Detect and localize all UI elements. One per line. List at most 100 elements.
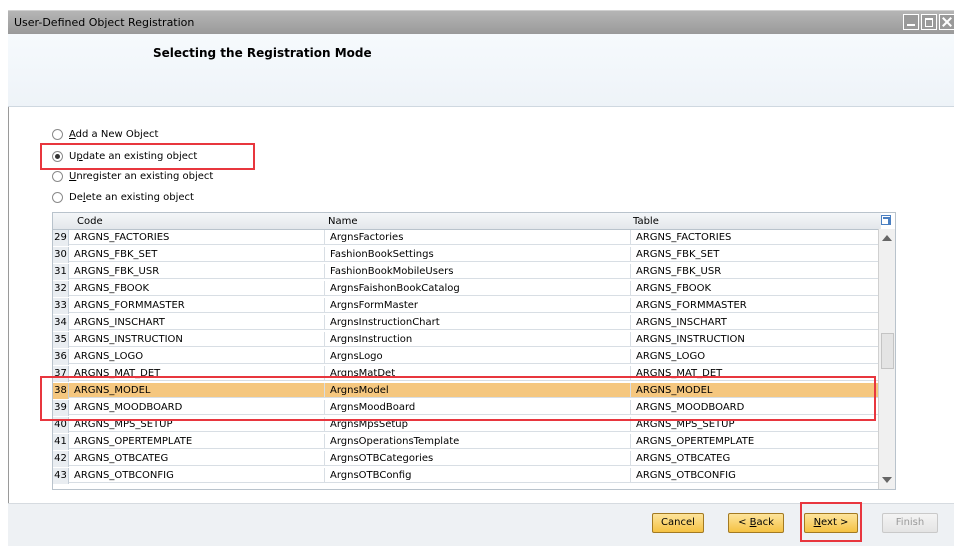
table-row[interactable]: 43 ARGNS_OTBCONFIG ArgnsOTBConfig ARGNS_OTB… — [53, 468, 881, 484]
cancel-button[interactable]: Cancel — [652, 513, 704, 533]
cell-table: ARGNS_FACTORIES — [631, 230, 881, 245]
cell-code: ARGNS_MOODBOARD — [69, 400, 325, 415]
table-row[interactable]: 42 ARGNS_OTBCATEG ArgnsOTBCategories ARGNS_… — [53, 451, 881, 467]
table-row[interactable]: 37 ARGNS_MAT_DET ArgnsMatDet ARGNS_MAT_DET — [53, 366, 881, 382]
cell-code: ARGNS_FBK_USR — [69, 264, 325, 279]
close-icon[interactable] — [939, 14, 954, 30]
cell-table: ARGNS_INSCHART — [631, 315, 881, 330]
cell-code: ARGNS_INSTRUCTION — [69, 332, 325, 347]
cell-table: ARGNS_MAT_DET — [631, 366, 881, 381]
cell-name: FashionBookSettings — [325, 247, 631, 262]
row-number: 36 — [53, 349, 69, 365]
table-row[interactable]: 29 ARGNS_FACTORIES ArgnsFactories ARGNS_FAC… — [53, 230, 881, 246]
cell-table: ARGNS_MPS_SETUP — [631, 417, 881, 432]
title-bar: User-Defined Object Registration — [8, 10, 954, 34]
radio-delete-existing-object[interactable] — [52, 191, 63, 203]
table-row[interactable]: 35 ARGNS_INSTRUCTION ArgnsInstruction ARGNS… — [53, 332, 881, 348]
cell-code: ARGNS_MPS_SETUP — [69, 417, 325, 432]
cell-name: FashionBookMobileUsers — [325, 264, 631, 279]
table-row[interactable]: 31 ARGNS_FBK_USR FashionBookMobileUsers ARG… — [53, 264, 881, 280]
cell-table: ARGNS_FORMMASTER — [631, 298, 881, 313]
cell-name: ArgnsMpsSetup — [325, 417, 631, 432]
cell-name: ArgnsOperationsTemplate — [325, 434, 631, 449]
minimize-icon[interactable] — [903, 14, 919, 30]
radio-label-update: Update an existing object — [69, 150, 198, 162]
cell-table: ARGNS_MODEL — [631, 383, 881, 398]
cell-code: ARGNS_FORMMASTER — [69, 298, 325, 313]
cell-code: ARGNS_OTBCONFIG — [69, 468, 325, 483]
cell-code: ARGNS_FACTORIES — [69, 230, 325, 245]
expand-icon[interactable] — [881, 215, 891, 225]
grid-header: Code Name Table — [53, 213, 881, 230]
scroll-up-icon[interactable] — [882, 235, 892, 241]
row-number: 38 — [53, 383, 69, 399]
table-row[interactable]: 36 ARGNS_LOGO ArgnsLogo ARGNS_LOGO — [53, 349, 881, 365]
cell-code: ARGNS_OTBCATEG — [69, 451, 325, 466]
row-number: 34 — [53, 315, 69, 331]
column-header-table[interactable]: Table — [633, 216, 659, 227]
cell-name: ArgnsFormMaster — [325, 298, 631, 313]
row-number: 29 — [53, 230, 69, 246]
column-header-name[interactable]: Name — [328, 216, 358, 227]
cell-table: ARGNS_INSTRUCTION — [631, 332, 881, 347]
cell-table: ARGNS_MOODBOARD — [631, 400, 881, 415]
radio-label-unregister: Unregister an existing object — [69, 170, 214, 182]
table-row[interactable]: 30 ARGNS_FBK_SET FashionBookSettings ARGNS_… — [53, 247, 881, 263]
back-button-label: < Back — [738, 517, 774, 528]
row-number: 37 — [53, 366, 69, 382]
cell-code: ARGNS_MAT_DET — [69, 366, 325, 381]
maximize-icon[interactable] — [921, 14, 937, 30]
cell-table: ARGNS_LOGO — [631, 349, 881, 364]
vertical-scrollbar[interactable] — [878, 229, 895, 489]
row-number: 39 — [53, 400, 69, 416]
cell-table: ARGNS_FBK_USR — [631, 264, 881, 279]
table-row[interactable]: 41 ARGNS_OPERTEMPLATE ArgnsOperationsTempl… — [53, 434, 881, 450]
page-title: Selecting the Registration Mode — [153, 46, 372, 60]
cell-name: ArgnsInstructionChart — [325, 315, 631, 330]
row-number: 43 — [53, 468, 69, 484]
radio-unregister-existing-object[interactable] — [52, 170, 63, 182]
cell-name: ArgnsInstruction — [325, 332, 631, 347]
cell-name: ArgnsOTBConfig — [325, 468, 631, 483]
back-button[interactable]: < Back — [728, 513, 784, 533]
next-button[interactable]: Next > — [804, 513, 858, 533]
window-title: User-Defined Object Registration — [14, 16, 195, 29]
table-row[interactable]: 40 ARGNS_MPS_SETUP ArgnsMpsSetup ARGNS_MPS_… — [53, 417, 881, 433]
cell-name: ArgnsLogo — [325, 349, 631, 364]
option-delete-existing-object[interactable]: Delete an existing object — [52, 190, 194, 204]
next-button-label: Next > — [813, 517, 849, 528]
registration-window: User-Defined Object Registration Selecti… — [0, 0, 954, 546]
scroll-down-icon[interactable] — [882, 477, 892, 483]
row-number: 30 — [53, 247, 69, 263]
option-unregister-existing-object[interactable]: Unregister an existing object — [52, 169, 213, 183]
row-number: 31 — [53, 264, 69, 280]
table-row[interactable]: 32 ARGNS_FBOOK ArgnsFaishonBookCatalog ARGN… — [53, 281, 881, 297]
cell-name: ArgnsFaishonBookCatalog — [325, 281, 631, 296]
option-update-existing-object[interactable]: Update an existing object — [52, 149, 197, 163]
table-row[interactable]: 33 ARGNS_FORMMASTER ArgnsFormMaster ARGNS_F… — [53, 298, 881, 314]
radio-label-add-text: dd a New Object — [75, 128, 159, 140]
option-add-new-object[interactable]: Add a New Object — [52, 127, 158, 141]
cell-name: ArgnsModel — [325, 383, 631, 398]
cell-code: ARGNS_INSCHART — [69, 315, 325, 330]
cell-code: ARGNS_FBK_SET — [69, 247, 325, 262]
cell-table: ARGNS_FBK_SET — [631, 247, 881, 262]
cell-table: ARGNS_OTBCATEG — [631, 451, 881, 466]
cell-name: ArgnsFactories — [325, 230, 631, 245]
cell-table: ARGNS_OTBCONFIG — [631, 468, 881, 483]
wizard-header: Selecting the Registration Mode — [8, 34, 954, 107]
row-number: 40 — [53, 417, 69, 433]
objects-grid: Code Name Table 29 ARGNS_FACTORIES ArgnsFa… — [52, 212, 896, 490]
column-header-code[interactable]: Code — [77, 216, 103, 227]
finish-button[interactable]: Finish — [882, 513, 938, 533]
radio-add-new-object[interactable] — [52, 128, 63, 140]
radio-label-add: Add a New Object — [69, 128, 159, 140]
table-row[interactable]: 34 ARGNS_INSCHART ArgnsInstructionChart ARG… — [53, 315, 881, 331]
radio-update-existing-object[interactable] — [52, 150, 63, 162]
table-row[interactable]: 38 ARGNS_MODEL ArgnsModel ARGNS_MODEL — [53, 383, 881, 399]
cell-code: ARGNS_FBOOK — [69, 281, 325, 296]
scroll-thumb[interactable] — [881, 333, 894, 369]
cell-code: ARGNS_MODEL — [69, 383, 325, 398]
row-number: 33 — [53, 298, 69, 314]
table-row[interactable]: 39 ARGNS_MOODBOARD ArgnsMoodBoard ARGNS_MOO… — [53, 400, 881, 416]
